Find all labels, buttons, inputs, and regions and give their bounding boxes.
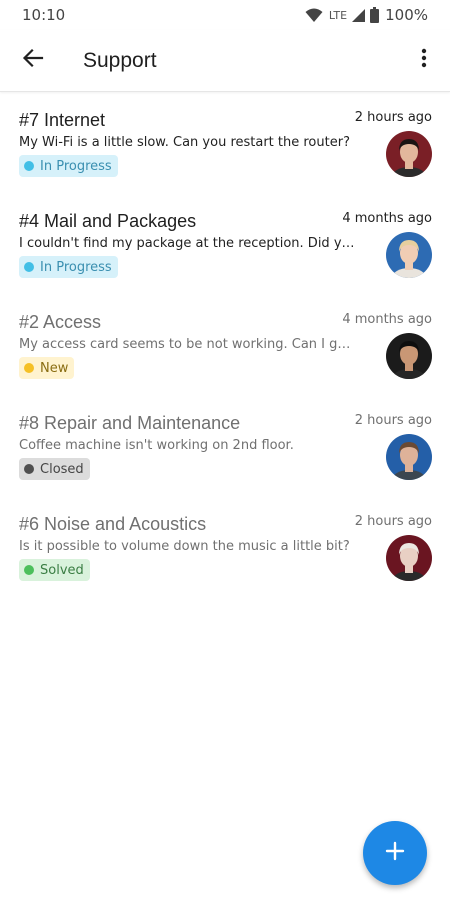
more-vert-icon (421, 48, 427, 73)
back-button[interactable] (13, 41, 53, 81)
ticket-list-item[interactable]: #8 Repair and Maintenance 2 hours ago Coff… (0, 396, 450, 497)
avatar (386, 535, 432, 581)
add-ticket-button[interactable] (363, 821, 427, 885)
status-label: Closed (40, 461, 84, 477)
ticket-time: 4 months ago (342, 312, 432, 327)
ticket-message: Coffee machine isn't working on 2nd floo… (19, 438, 294, 453)
status-badge: New (19, 357, 75, 379)
status-icons: LTE 100% (305, 6, 428, 24)
avatar (386, 434, 432, 480)
status-dot (24, 363, 34, 373)
ticket-message: My Wi-Fi is a little slow. Can you resta… (19, 135, 350, 150)
page-title: Support (83, 48, 157, 72)
status-label: In Progress (40, 259, 112, 275)
wifi-icon (305, 8, 323, 23)
status-dot (24, 464, 34, 474)
ticket-list: #7 Internet 2 hours ago My Wi-Fi is a litt… (0, 93, 450, 598)
ticket-list-item[interactable]: #6 Noise and Acoustics 2 hours ago Is it p… (0, 497, 450, 598)
ticket-message: Is it possible to volume down the music … (19, 539, 350, 554)
status-time: 10:10 (22, 6, 66, 24)
status-label: Solved (40, 562, 84, 578)
status-badge: Solved (19, 559, 90, 581)
avatar (386, 131, 432, 177)
status-dot (24, 161, 34, 171)
overflow-menu-button[interactable] (410, 41, 438, 81)
network-type: LTE (328, 8, 348, 22)
ticket-message: My access card seems to be not working. … (19, 337, 357, 352)
battery-percent: 100% (385, 6, 428, 24)
plus-icon (385, 841, 405, 866)
status-badge: In Progress (19, 155, 118, 177)
status-badge: Closed (19, 458, 90, 480)
app-bar: Support (0, 30, 450, 92)
ticket-time: 4 months ago (342, 211, 432, 226)
status-badge: In Progress (19, 256, 118, 278)
status-dot (24, 565, 34, 575)
status-bar: 10:10 LTE 100% (0, 0, 450, 30)
ticket-time: 2 hours ago (354, 413, 432, 428)
status-label: New (40, 360, 69, 376)
ticket-list-item[interactable]: #7 Internet 2 hours ago My Wi-Fi is a litt… (0, 93, 450, 194)
signal-icon (351, 8, 366, 23)
ticket-list-item[interactable]: #2 Access 4 months ago My access card seem… (0, 295, 450, 396)
ticket-time: 2 hours ago (354, 110, 432, 125)
ticket-message: I couldn't find my package at the recept… (19, 236, 357, 251)
battery-icon (370, 7, 380, 23)
arrow-left-icon (22, 47, 44, 74)
status-dot (24, 262, 34, 272)
status-label: In Progress (40, 158, 112, 174)
avatar (386, 333, 432, 379)
ticket-time: 2 hours ago (354, 514, 432, 529)
avatar (386, 232, 432, 278)
ticket-list-item[interactable]: #4 Mail and Packages 4 months ago I couldn… (0, 194, 450, 295)
